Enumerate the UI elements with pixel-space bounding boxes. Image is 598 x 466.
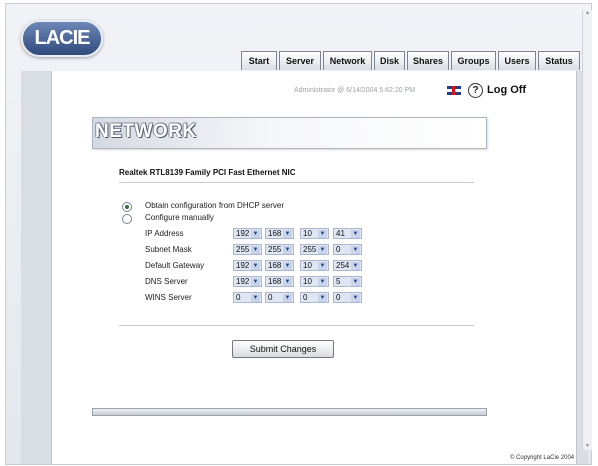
main-tab-bar: Start Server Network Disk Shares Groups … [241,51,582,70]
help-icon[interactable]: ? [468,83,483,98]
chevron-down-icon[interactable]: ▼ [318,278,327,286]
copyright-text: © Copyright LaCie 2004 [510,455,575,461]
session-status-text: Administrator @ 6/14/2004 5:42:20 PM [294,87,416,94]
chevron-down-icon[interactable]: ▼ [318,262,327,270]
octet-value: 168 [268,261,282,270]
chevron-down-icon[interactable]: ▼ [318,294,327,302]
octet-value: 254 [336,261,350,270]
dhcp-label: Obtain configuration from DHCP server [145,201,285,210]
octet-select[interactable]: 0 ▼ [265,292,294,303]
submit-changes-button[interactable]: Submit Changes [232,340,334,358]
octet-value: 0 [303,293,308,302]
tab-groups[interactable]: Groups [451,51,496,70]
chevron-down-icon[interactable]: ▼ [318,230,327,238]
tab-status[interactable]: Status [538,51,580,70]
chevron-down-icon[interactable]: ▼ [251,294,260,302]
octet-value: 192 [236,261,250,270]
octet-value: 192 [236,277,250,286]
chevron-down-icon[interactable]: ▼ [251,230,260,238]
octet-select[interactable]: 168 ▼ [265,276,294,287]
octet-value: 10 [303,261,312,270]
octet-select[interactable]: 255 ▼ [300,244,329,255]
chevron-down-icon[interactable]: ▼ [283,278,292,286]
tab-network[interactable]: Network [323,51,372,70]
divider [119,182,474,183]
chevron-down-icon[interactable]: ▼ [283,246,292,254]
tab-disk[interactable]: Disk [374,51,405,70]
tab-shares[interactable]: Shares [407,51,449,70]
chevron-down-icon[interactable]: ▼ [283,230,292,238]
lacie-logo: LACIE [21,20,103,57]
octet-select[interactable]: 10 ▼ [300,260,329,271]
vertical-scrollbar[interactable]: ▲ ▼ [582,10,592,450]
octet-value: 255 [303,245,317,254]
octet-select[interactable]: 192 ▼ [233,276,262,287]
chevron-down-icon[interactable]: ▼ [318,246,327,254]
uk-flag-icon[interactable] [447,86,461,95]
octet-select[interactable]: 41 ▼ [333,228,362,239]
octet-select[interactable]: 255 ▼ [233,244,262,255]
octet-value: 10 [303,277,312,286]
octet-select[interactable]: 255 ▼ [265,244,294,255]
nic-name: Realtek RTL8139 Family PCI Fast Ethernet… [119,168,296,177]
octet-select[interactable]: 10 ▼ [300,228,329,239]
footer-bar [92,408,487,416]
octet-select[interactable]: 192 ▼ [233,228,262,239]
chevron-down-icon[interactable]: ▼ [351,230,360,238]
octet-select[interactable]: 0 ▼ [233,292,262,303]
octet-select[interactable]: 0 ▼ [300,292,329,303]
dhcp-radio[interactable] [122,202,132,212]
chevron-down-icon[interactable]: ▼ [283,262,292,270]
field-label: IP Address [145,229,184,238]
scroll-down-arrow-icon[interactable]: ▼ [584,443,591,450]
chevron-down-icon[interactable]: ▼ [251,262,260,270]
octet-value: 0 [236,293,241,302]
octet-value: 255 [236,245,250,254]
octet-value: 168 [268,229,282,238]
tab-start[interactable]: Start [241,51,277,70]
chevron-down-icon[interactable]: ▼ [351,246,360,254]
octet-select[interactable]: 5 ▼ [333,276,362,287]
tab-server[interactable]: Server [279,51,321,70]
page-title-bar: NETWORK [92,117,487,149]
octet-select[interactable]: 168 ▼ [265,260,294,271]
octet-value: 0 [336,245,341,254]
chevron-down-icon[interactable]: ▼ [351,262,360,270]
octet-value: 192 [236,229,250,238]
divider [119,325,474,326]
window-frame [5,3,592,465]
octet-select[interactable]: 0 ▼ [333,244,362,255]
logoff-link[interactable]: Log Off [487,84,526,96]
field-label: Default Gateway [145,261,205,270]
octet-select[interactable]: 10 ▼ [300,276,329,287]
chevron-down-icon[interactable]: ▼ [251,246,260,254]
octet-select[interactable]: 168 ▼ [265,228,294,239]
field-label: WINS Server [145,293,192,302]
octet-value: 255 [268,245,282,254]
octet-value: 5 [336,277,341,286]
tab-users[interactable]: Users [498,51,536,70]
chevron-down-icon[interactable]: ▼ [351,294,360,302]
octet-select[interactable]: 0 ▼ [333,292,362,303]
octet-value: 10 [303,229,312,238]
octet-select[interactable]: 192 ▼ [233,260,262,271]
chevron-down-icon[interactable]: ▼ [351,278,360,286]
scroll-up-arrow-icon[interactable]: ▲ [584,10,591,17]
chevron-down-icon[interactable]: ▼ [251,278,260,286]
manual-config-label: Configure manually [145,213,214,222]
chevron-down-icon[interactable]: ▼ [283,294,292,302]
octet-select[interactable]: 254 ▼ [333,260,362,271]
octet-value: 41 [336,229,345,238]
octet-value: 0 [268,293,273,302]
octet-value: 0 [336,293,341,302]
page-title: NETWORK [95,121,197,142]
octet-value: 168 [268,277,282,286]
manual-config-radio[interactable] [122,214,132,224]
field-label: Subnet Mask [145,245,192,254]
field-label: DNS Server [145,277,188,286]
